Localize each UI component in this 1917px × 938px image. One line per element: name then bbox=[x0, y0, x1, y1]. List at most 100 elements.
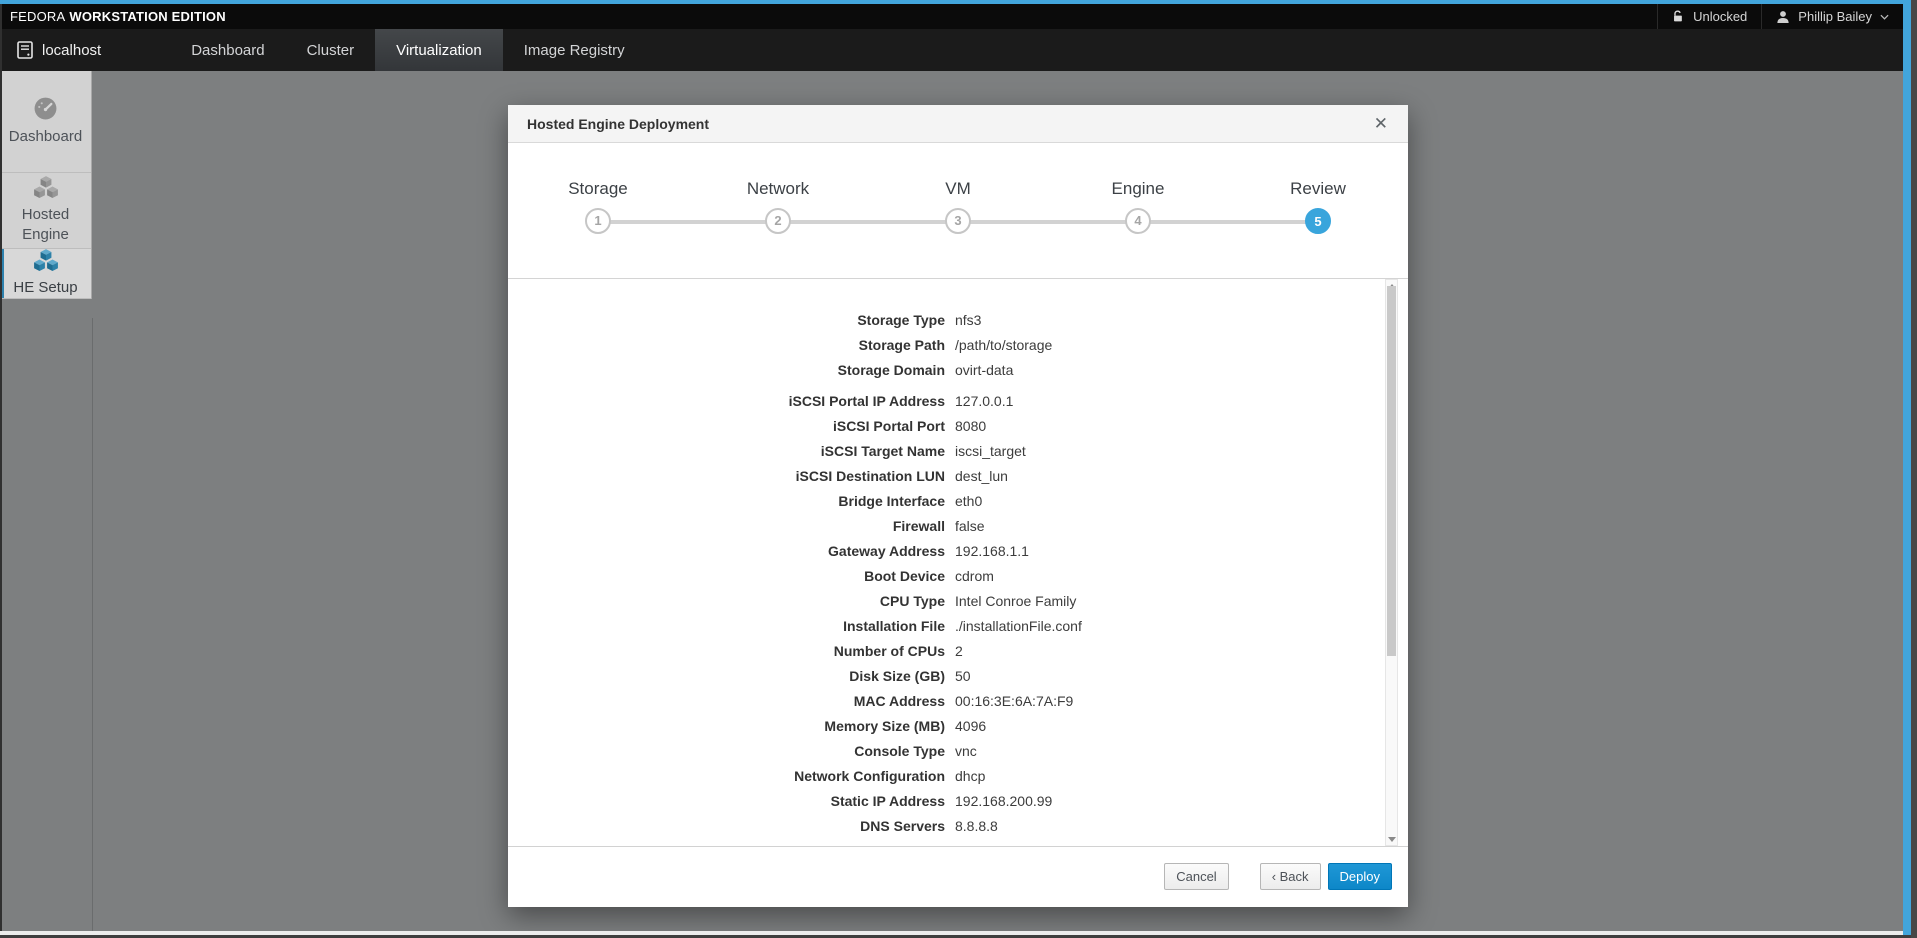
nav-tab[interactable]: Virtualization bbox=[375, 29, 503, 71]
review-row-value: ./installationFile.conf bbox=[955, 614, 1082, 639]
wizard-step[interactable]: VM 3 bbox=[868, 143, 1048, 234]
host-selector[interactable]: localhost bbox=[0, 29, 152, 71]
wizard-step-number: 4 bbox=[1125, 208, 1151, 234]
hosted-engine-deployment-dialog: Hosted Engine Deployment ✕ Storage 1 Net… bbox=[508, 105, 1408, 907]
review-row: iSCSI Portal IP Address 127.0.0.1 bbox=[508, 389, 1408, 414]
wizard-step[interactable]: Review 5 bbox=[1228, 143, 1408, 234]
review-row-label: Static IP Address bbox=[508, 789, 945, 814]
nav-tab[interactable]: Cluster bbox=[286, 29, 376, 71]
sidebar-divider bbox=[92, 318, 93, 935]
review-row: Console Type vnc bbox=[508, 739, 1408, 764]
review-row: DNS Servers 8.8.8.8 bbox=[508, 814, 1408, 839]
review-row: CPU Type Intel Conroe Family bbox=[508, 589, 1408, 614]
review-row-label: Console Type bbox=[508, 739, 945, 764]
back-button[interactable]: ‹ Back bbox=[1260, 863, 1321, 890]
sidebar: Dashboard Hosted Engine bbox=[0, 71, 92, 299]
scrollbar-down-arrow[interactable] bbox=[1386, 833, 1397, 845]
review-row: Installation File ./installationFile.con… bbox=[508, 614, 1408, 639]
user-icon bbox=[1776, 10, 1790, 24]
review-row-label: Disk Size (GB) bbox=[508, 664, 945, 689]
wizard-step-label: Review bbox=[1228, 177, 1408, 200]
review-row-value: 2 bbox=[955, 639, 963, 664]
review-row-label: iSCSI Portal IP Address bbox=[508, 389, 945, 414]
review-row-value: cdrom bbox=[955, 564, 994, 589]
review-row: Boot Device cdrom bbox=[508, 564, 1408, 589]
review-row: Engine FQDN ovirt-engine.example.com bbox=[508, 839, 1408, 846]
sidebar-item[interactable]: Hosted Engine bbox=[0, 173, 91, 249]
unlock-icon bbox=[1672, 10, 1685, 23]
review-row: iSCSI Target Name iscsi_target bbox=[508, 439, 1408, 464]
wizard-step-number: 5 bbox=[1305, 208, 1331, 234]
scrollbar-thumb[interactable] bbox=[1387, 286, 1396, 656]
wizard-step-number: 3 bbox=[945, 208, 971, 234]
user-name: Phillip Bailey bbox=[1798, 9, 1872, 24]
review-row: Storage Domain ovirt-data bbox=[508, 358, 1408, 383]
gauge-icon bbox=[33, 96, 58, 121]
wizard-step-label: Engine bbox=[1048, 177, 1228, 200]
review-row-value: ovirt-data bbox=[955, 358, 1013, 383]
review-row-label: Storage Type bbox=[508, 308, 945, 333]
fedora-brand: FEDORA WORKSTATION EDITION bbox=[10, 9, 226, 24]
dialog-header: Hosted Engine Deployment ✕ bbox=[508, 105, 1408, 143]
host-name: localhost bbox=[42, 42, 101, 59]
cancel-button[interactable]: Cancel bbox=[1164, 863, 1228, 890]
review-row-value: nfs3 bbox=[955, 308, 981, 333]
wizard-step[interactable]: Network 2 bbox=[688, 143, 868, 234]
scrollbar[interactable] bbox=[1385, 279, 1398, 846]
sidebar-item-label: HE Setup bbox=[6, 278, 86, 298]
nav-tab[interactable]: Dashboard bbox=[170, 29, 285, 71]
wizard-step[interactable]: Engine 4 bbox=[1048, 143, 1228, 234]
review-row-label: DNS Servers bbox=[508, 814, 945, 839]
review-row-value: 8080 bbox=[955, 414, 986, 439]
dialog-footer: Cancel ‹ Back Deploy bbox=[508, 846, 1408, 907]
review-row: Memory Size (MB) 4096 bbox=[508, 714, 1408, 739]
review-row-label: Firewall bbox=[508, 514, 945, 539]
lock-status-label: Unlocked bbox=[1693, 9, 1747, 24]
review-row-value: 50 bbox=[955, 664, 971, 689]
deploy-button[interactable]: Deploy bbox=[1328, 863, 1392, 890]
close-icon[interactable]: ✕ bbox=[1366, 110, 1396, 138]
review-row: Static IP Address 192.168.200.99 bbox=[508, 789, 1408, 814]
frame-accent-top bbox=[0, 0, 1917, 4]
review-row-label: Storage Domain bbox=[508, 358, 945, 383]
wizard-step[interactable]: Storage 1 bbox=[508, 143, 688, 234]
lock-status-button[interactable]: Unlocked bbox=[1657, 4, 1761, 29]
review-panel: Storage Type nfs3 Storage Path /path/to/… bbox=[508, 279, 1408, 846]
masthead-right: Unlocked Phillip Bailey bbox=[1657, 4, 1903, 29]
review-row: Storage Type nfs3 bbox=[508, 308, 1408, 333]
review-row-value: dhcp bbox=[955, 764, 985, 789]
review-row-label: Number of CPUs bbox=[508, 639, 945, 664]
review-row: Gateway Address 192.168.1.1 bbox=[508, 539, 1408, 564]
review-row: Number of CPUs 2 bbox=[508, 639, 1408, 664]
user-menu-button[interactable]: Phillip Bailey bbox=[1761, 4, 1903, 29]
wizard-step-number: 1 bbox=[585, 208, 611, 234]
wizard-step-number: 2 bbox=[765, 208, 791, 234]
review-row-label: Installation File bbox=[508, 614, 945, 639]
review-row-value: 127.0.0.1 bbox=[955, 389, 1013, 414]
masthead: FEDORA WORKSTATION EDITION Unlocked Phill… bbox=[0, 4, 1903, 29]
review-row-label: iSCSI Portal Port bbox=[508, 414, 945, 439]
review-row-label: iSCSI Destination LUN bbox=[508, 464, 945, 489]
review-row-value: false bbox=[955, 514, 985, 539]
review-row-label: Memory Size (MB) bbox=[508, 714, 945, 739]
chevron-down-icon bbox=[1880, 14, 1889, 20]
review-row-label: Storage Path bbox=[508, 333, 945, 358]
sidebar-item[interactable]: HE Setup bbox=[0, 249, 91, 299]
dialog-title: Hosted Engine Deployment bbox=[527, 116, 709, 132]
review-row-value: dest_lun bbox=[955, 464, 1008, 489]
review-row-label: Gateway Address bbox=[508, 539, 945, 564]
brand-prefix: FEDORA bbox=[10, 9, 65, 24]
review-row: Firewall false bbox=[508, 514, 1408, 539]
brand-suffix: WORKSTATION EDITION bbox=[69, 9, 225, 24]
review-row-label: Engine FQDN bbox=[508, 839, 945, 846]
nav-tab-label: Cluster bbox=[307, 42, 355, 59]
review-row: iSCSI Destination LUN dest_lun bbox=[508, 464, 1408, 489]
nav-tabs: Dashboard Cluster Virtualization Image R… bbox=[170, 29, 645, 71]
primary-navbar: localhost Dashboard Cluster Virtualizati… bbox=[0, 29, 1903, 71]
review-row-value: 8.8.8.8 bbox=[955, 814, 998, 839]
cubes-icon bbox=[33, 176, 59, 199]
cubes-icon bbox=[33, 249, 59, 272]
sidebar-item[interactable]: Dashboard bbox=[0, 71, 91, 173]
review-row-value: 192.168.200.99 bbox=[955, 789, 1052, 814]
nav-tab[interactable]: Image Registry bbox=[503, 29, 646, 71]
